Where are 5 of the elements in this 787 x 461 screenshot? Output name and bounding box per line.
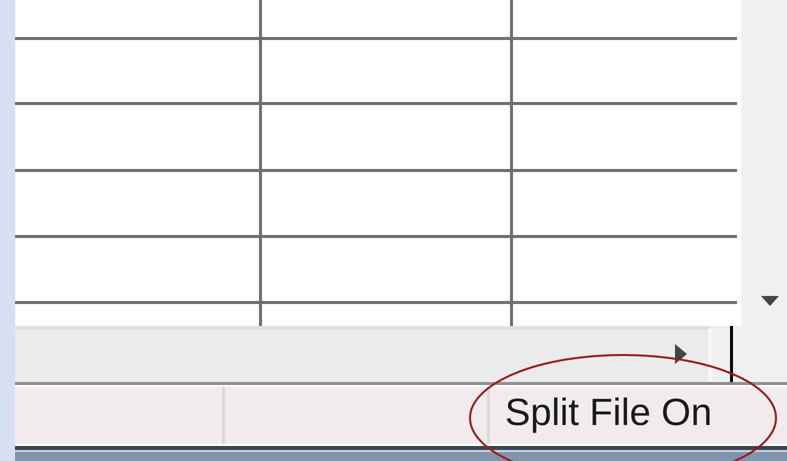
split-file-status: Split File On xyxy=(504,391,712,436)
down-arrow-icon[interactable] xyxy=(761,296,779,308)
right-arrow-icon[interactable] xyxy=(675,344,687,364)
horizontal-scrollbar[interactable] xyxy=(15,326,712,382)
splitter-handle[interactable] xyxy=(730,326,733,382)
